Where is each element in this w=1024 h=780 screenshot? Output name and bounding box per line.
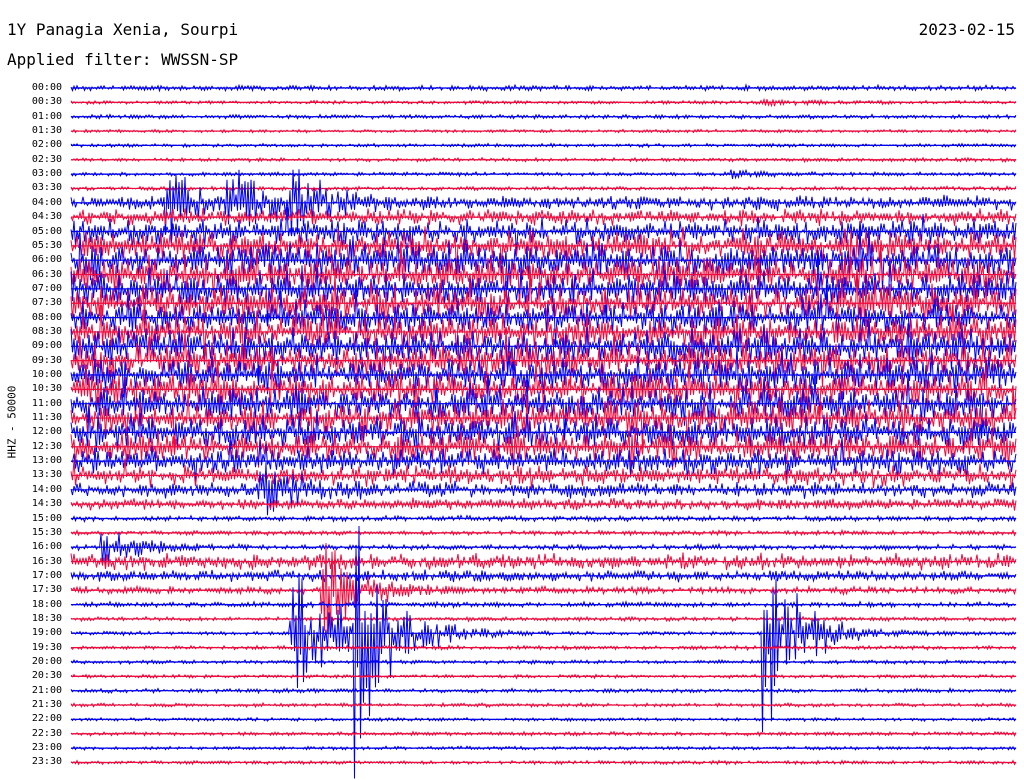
time-tick-label: 10:30 <box>31 383 62 395</box>
time-tick-label: 03:30 <box>31 182 62 194</box>
time-tick-label: 21:00 <box>31 684 62 696</box>
time-tick-label: 07:30 <box>31 297 62 309</box>
time-tick-label: 19:00 <box>31 627 62 639</box>
time-tick-label: 00:00 <box>31 82 62 93</box>
time-tick-label: 20:00 <box>31 656 62 667</box>
time-tick-label: 10:00 <box>31 369 62 380</box>
time-tick-label: 01:30 <box>31 125 62 137</box>
time-tick-label: 15:30 <box>31 526 62 538</box>
time-tick-label: 09:00 <box>31 340 62 352</box>
time-tick-label: 14:00 <box>31 483 62 495</box>
time-tick-label: 06:30 <box>31 268 62 280</box>
time-axis-labels: 00:00 00:30 01:00 01:30 02:00 02:30 03:00 03:30… <box>0 0 66 780</box>
time-tick-label: 08:30 <box>31 325 62 337</box>
time-tick-label: 01:00 <box>31 110 62 122</box>
trace-line <box>70 462 1017 516</box>
time-tick-label: 23:00 <box>31 742 62 754</box>
time-tick-label: 20:30 <box>31 670 62 682</box>
time-tick-label: 00:30 <box>31 96 62 108</box>
time-tick-label: 05:00 <box>31 225 62 237</box>
time-tick-label: 18:30 <box>31 612 62 624</box>
time-tick-label: 02:30 <box>31 153 62 165</box>
time-tick-label: 03:00 <box>31 168 62 180</box>
time-tick-label: 02:00 <box>31 139 62 151</box>
time-tick-label: 18:00 <box>31 598 62 610</box>
time-tick-label: 11:30 <box>31 412 62 424</box>
time-tick-label: 04:30 <box>31 211 62 223</box>
time-tick-label: 15:00 <box>31 512 62 524</box>
time-tick-label: 09:30 <box>31 354 62 366</box>
time-tick-label: 19:30 <box>31 641 62 653</box>
time-tick-label: 13:30 <box>31 469 62 481</box>
time-tick-label: 12:00 <box>31 426 62 438</box>
time-tick-label: 22:30 <box>31 727 62 739</box>
trace-line <box>70 532 1017 565</box>
time-tick-label: 05:30 <box>31 239 62 251</box>
trace-line <box>70 542 1017 636</box>
time-tick-label: 07:00 <box>31 282 62 294</box>
time-tick-label: 08:00 <box>31 311 62 323</box>
date-label: 2023-02-15 <box>918 20 1015 39</box>
time-tick-label: 22:00 <box>31 713 62 725</box>
time-tick-label: 14:30 <box>31 498 62 510</box>
time-tick-label: 04:00 <box>31 196 62 208</box>
time-tick-label: 13:00 <box>31 455 62 467</box>
helicorder-plot <box>70 83 1017 779</box>
time-tick-label: 11:00 <box>31 397 62 409</box>
time-tick-label: 16:30 <box>31 555 62 567</box>
time-tick-label: 17:00 <box>31 569 62 581</box>
time-tick-label: 12:30 <box>31 440 62 452</box>
time-tick-label: 23:30 <box>31 756 62 768</box>
time-tick-label: 21:30 <box>31 699 62 711</box>
time-tick-label: 16:00 <box>31 541 62 553</box>
time-tick-label: 06:00 <box>31 254 62 266</box>
time-tick-label: 17:30 <box>31 584 62 596</box>
